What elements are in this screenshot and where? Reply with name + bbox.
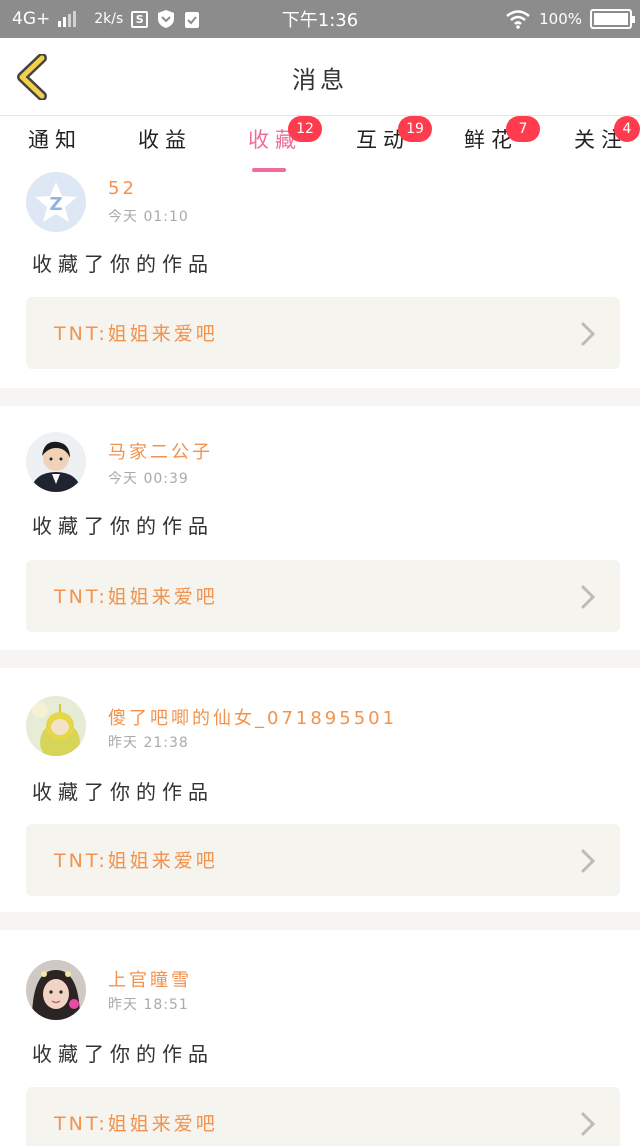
message-card: 马家二公子 今天 00:39 收藏了你的作品 TNT:姐姐来爱吧 xyxy=(0,406,640,650)
username[interactable]: 傻了吧唧的仙女_071895501 xyxy=(108,704,397,730)
page-title: 消息 xyxy=(292,66,348,94)
timestamp: 今天 01:10 xyxy=(108,209,189,225)
clipboard-check-icon xyxy=(185,12,200,28)
work-title: TNT:姐姐来爱吧 xyxy=(54,586,218,608)
timestamp: 昨天 21:38 xyxy=(108,735,189,751)
avatar[interactable] xyxy=(26,696,86,756)
timestamp: 昨天 18:51 xyxy=(108,997,189,1013)
timestamp: 今天 00:39 xyxy=(108,471,189,487)
action-text: 收藏了你的作品 xyxy=(32,780,214,804)
tab-label: 收益 xyxy=(138,128,192,152)
tab-badge: 12 xyxy=(288,116,322,142)
username[interactable]: 上官瞳雪 xyxy=(108,966,192,992)
tab-badge: 7 xyxy=(506,116,540,142)
tab-notifications[interactable]: 通知 xyxy=(28,124,82,172)
work-title: TNT:姐姐来爱吧 xyxy=(54,323,218,345)
message-card: 上官瞳雪 昨天 18:51 收藏了你的作品 TNT:姐姐来爱吧 xyxy=(0,930,640,1146)
action-text: 收藏了你的作品 xyxy=(32,252,214,276)
work-link[interactable]: TNT:姐姐来爱吧 xyxy=(26,1087,620,1146)
work-link[interactable]: TNT:姐姐来爱吧 xyxy=(26,824,620,896)
avatar[interactable]: Z xyxy=(26,172,86,232)
network-speed: 2k/s xyxy=(94,11,124,27)
work-title: TNT:姐姐来爱吧 xyxy=(54,1113,218,1135)
girl-photo-avatar-icon xyxy=(26,960,86,1020)
work-link[interactable]: TNT:姐姐来爱吧 xyxy=(26,297,620,369)
chevron-right-icon xyxy=(581,585,596,609)
tab-interactions[interactable]: 互动 19 xyxy=(356,116,432,172)
battery-icon xyxy=(590,9,635,29)
action-text: 收藏了你的作品 xyxy=(32,514,214,538)
tab-label: 通知 xyxy=(28,128,82,152)
battery-percent: 100% xyxy=(539,10,582,28)
boy-photo-avatar-icon xyxy=(26,432,86,492)
signal-icon xyxy=(58,11,77,27)
tab-bar: 通知 收益 收藏 12 互动 19 鲜花 7 关注 4 xyxy=(0,116,640,172)
message-card: Z 52 今天 01:10 收藏了你的作品 TNT:姐姐来爱吧 xyxy=(0,172,640,388)
wifi-icon xyxy=(506,10,530,29)
status-bar: 4G+ 2k/s S 下午1:36 100% xyxy=(0,0,640,38)
avatar[interactable] xyxy=(26,432,86,492)
tab-badge: 4 xyxy=(614,116,640,142)
tab-badge: 19 xyxy=(398,116,432,142)
teletubby-avatar-icon xyxy=(26,696,86,756)
shield-icon xyxy=(158,10,175,28)
header-bar: 消息 xyxy=(0,38,640,116)
tab-earnings[interactable]: 收益 xyxy=(138,124,192,172)
chevron-right-icon xyxy=(581,322,596,346)
tab-flowers[interactable]: 鲜花 7 xyxy=(464,116,540,172)
message-card: 傻了吧唧的仙女_071895501 昨天 21:38 收藏了你的作品 TNT:姐… xyxy=(0,668,640,912)
s-app-icon: S xyxy=(131,10,149,28)
chevron-right-icon xyxy=(581,849,596,873)
work-link[interactable]: TNT:姐姐来爱吧 xyxy=(26,560,620,632)
qq-logo-avatar-icon: Z xyxy=(26,172,86,232)
network-type: 4G+ xyxy=(12,9,51,29)
work-title: TNT:姐姐来爱吧 xyxy=(54,850,218,872)
chevron-right-icon xyxy=(581,1112,596,1136)
tab-follows[interactable]: 关注 4 xyxy=(574,116,640,172)
username[interactable]: 马家二公子 xyxy=(108,438,213,464)
tab-favorites[interactable]: 收藏 12 xyxy=(248,116,322,172)
avatar[interactable] xyxy=(26,960,86,1020)
action-text: 收藏了你的作品 xyxy=(32,1042,214,1066)
username[interactable]: 52 xyxy=(108,178,137,199)
svg-text:Z: Z xyxy=(49,194,62,215)
